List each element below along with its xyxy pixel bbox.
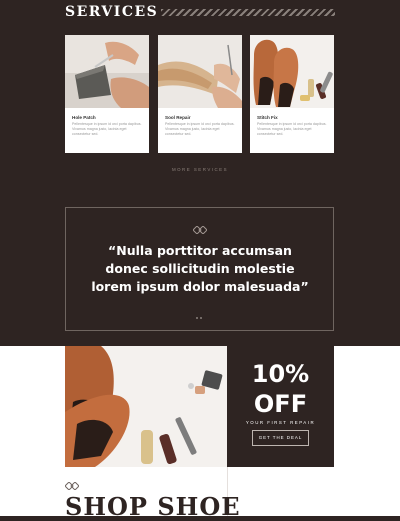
carousel-dots[interactable] [196,306,204,324]
discount-off: OFF [253,390,308,418]
service-description: Pellentesque in ipsum id orci porta dapi… [165,122,235,136]
decorative-stripes [161,9,335,16]
service-image-hole-patch [65,35,149,108]
service-description: Pellentesque in ipsum id orci porta dapi… [257,122,327,136]
service-card-stitch-fix[interactable]: Stitch Fix Pellentesque in ipsum id orci… [250,35,334,153]
service-image-stitch-fix [250,35,334,108]
discount-percent: 10% [251,360,310,388]
diamond-icon [193,226,207,234]
service-title: Stitch Fix [257,115,278,120]
get-the-deal-button[interactable]: GET THE DEAL [252,430,309,446]
shop-shoe-title: SHOP SHOE [65,492,241,521]
promo-subtitle: YOUR FIRST REPAIR [245,420,316,425]
services-title: SERVICES [65,4,159,20]
service-card-hole-patch[interactable]: Hole Patch Pellentesque in ipsum id orci… [65,35,149,153]
carousel-dot[interactable] [200,317,202,319]
diamond-icon [65,482,79,490]
carousel-dot[interactable] [196,317,198,319]
service-title: Sool Repair [165,115,191,120]
service-title: Hole Patch [72,115,96,120]
testimonial-quote: “Nulla porttitor accumsan donec sollicit… [91,243,309,294]
more-services-link[interactable]: MORE SERVICES [0,167,400,172]
promo-image [65,346,227,467]
promo-panel: 10% OFF YOUR FIRST REPAIR GET THE DEAL [227,346,334,467]
service-card-sool-repair[interactable]: Sool Repair Pellentesque in ipsum id orc… [158,35,242,153]
service-description: Pellentesque in ipsum id orci porta dapi… [72,122,142,136]
service-image-sool-repair [158,35,242,108]
